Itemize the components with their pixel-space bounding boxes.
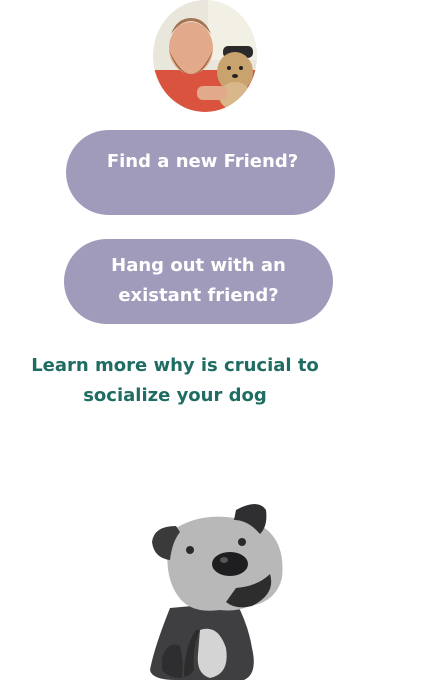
find-new-friend-button[interactable]: Find a new Friend? bbox=[66, 130, 335, 215]
avatar-photo bbox=[153, 0, 257, 112]
hang-out-friend-button[interactable]: Hang out with an existant friend? bbox=[64, 239, 333, 324]
hang-out-friend-label: Hang out with an existant friend? bbox=[111, 255, 286, 306]
find-new-friend-label: Find a new Friend? bbox=[106, 151, 299, 172]
dog-mascot-icon bbox=[140, 498, 290, 680]
learn-more-link[interactable]: Learn more why is crucial to socialize y… bbox=[20, 351, 330, 411]
profile-avatar[interactable] bbox=[153, 0, 257, 112]
